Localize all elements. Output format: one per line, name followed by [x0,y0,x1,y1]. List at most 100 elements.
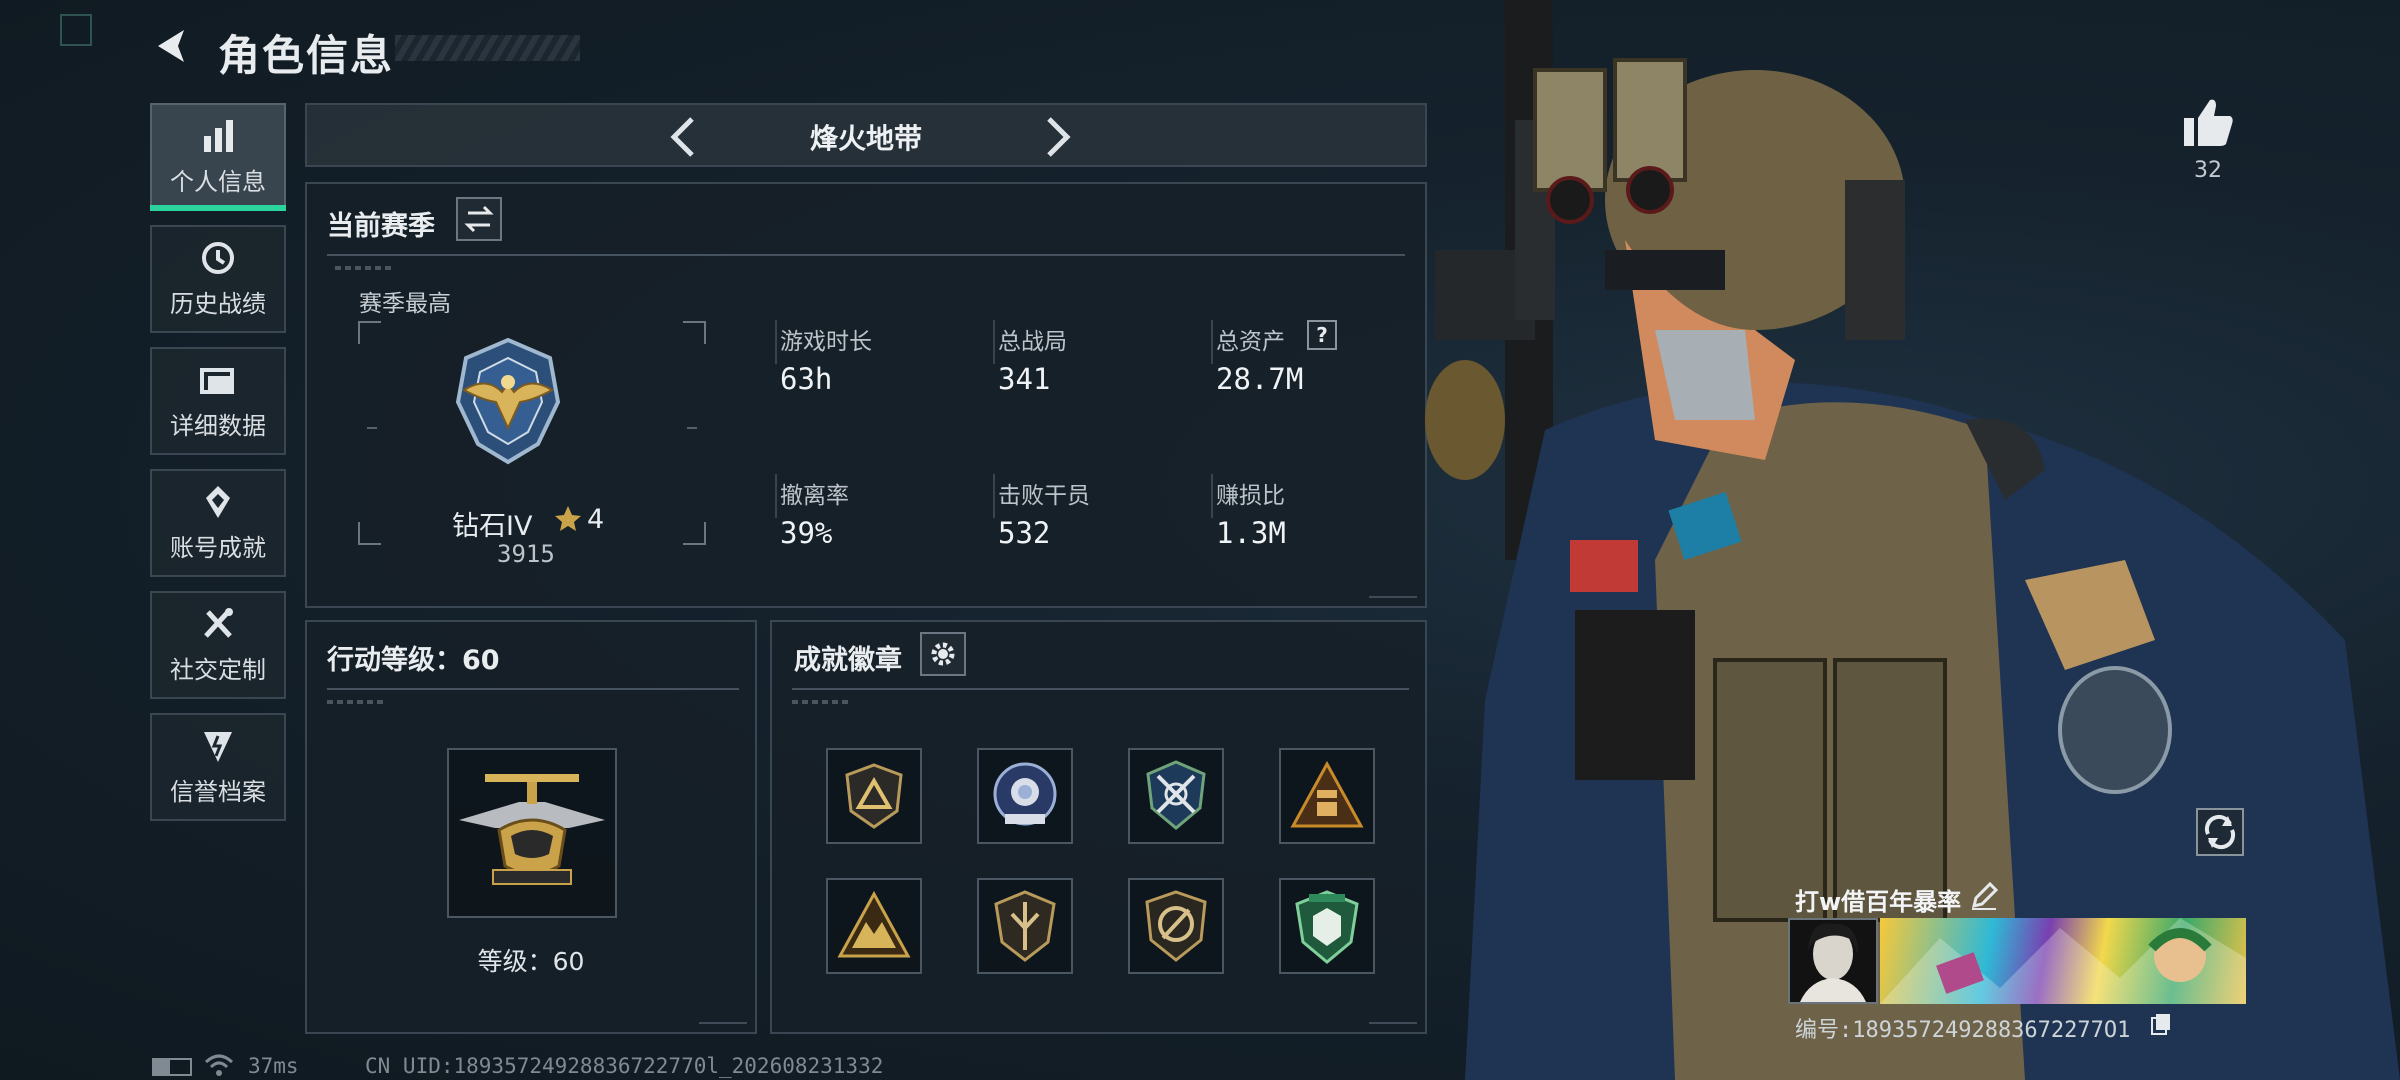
badge-settings-button[interactable] [920,632,966,676]
stat-value: 39% [780,516,833,550]
badge-slot[interactable] [826,748,922,844]
badge-slot[interactable] [1128,878,1224,974]
corner-decoration [699,1014,747,1024]
badge-slot[interactable] [977,748,1073,844]
stat-value: 1.3M [1216,516,1286,550]
corner-decoration [1369,1014,1417,1024]
mode-title: 烽火地带 [809,122,922,155]
title-decoration [395,35,580,61]
stat-label: 击败干员 [998,483,1090,509]
season-panel: 当前赛季 赛季最高 钻石IV 4 3915 游戏时长 63h 总战局 341 总… [305,182,1427,608]
divider [327,688,739,690]
divider [792,688,1409,690]
divider [775,320,777,364]
sidebar-item-credit[interactable]: 信誉档案 [150,713,286,821]
round-shield-badge-icon [1145,890,1207,962]
sidebar-item-detailed-data[interactable]: 详细数据 [150,347,286,455]
refresh-icon [2204,814,2236,850]
stat-value: 28.7M [1216,362,1304,396]
rotate-character-button[interactable] [2196,808,2244,856]
stat-label: 赚损比 [1216,483,1285,509]
back-arrow-icon[interactable] [150,24,194,68]
swap-icon [464,205,494,233]
sidebar-item-achievements[interactable]: 账号成就 [150,469,286,577]
divider [1211,474,1213,518]
helicopter-emblem-icon [459,774,605,885]
ammo-crate-badge-icon [1290,760,1364,828]
achievement-icon [206,485,230,518]
credit-icon [204,731,232,762]
wrench-icon [204,607,233,638]
rose-emblem-badge-icon [993,762,1057,826]
sidebar-item-label: 历史战绩 [170,289,266,318]
profile-banner[interactable] [1880,918,2246,1004]
green-crest-badge-icon [1295,890,1359,964]
decoration [792,700,852,704]
badge-slot[interactable] [977,878,1073,974]
crossed-rifles-badge-icon [1146,760,1206,830]
sidebar-item-label: 详细数据 [170,411,266,440]
divider [775,474,777,518]
stat-value: 532 [998,516,1051,550]
sidebar-item-personal-info[interactable]: 个人信息 [150,103,286,211]
corner-decoration [1369,588,1417,598]
help-icon[interactable]: ? [1307,320,1337,350]
stat-value: 63h [780,362,833,396]
action-level-panel: 行动等级：60 等级：60 [305,620,757,1034]
player-name: 打w借百年暴率 [1795,888,1962,916]
season-best-label: 赛季最高 [359,291,451,317]
sidebar-item-label: 账号成就 [170,533,266,562]
avatar-portrait [1790,920,1876,1002]
bar-chart-icon [204,119,233,152]
badge-slot[interactable] [1279,748,1375,844]
divider [327,254,1405,256]
rank-name: 钻石IV [452,511,533,542]
decoration [327,700,387,704]
badge-slot[interactable] [1279,878,1375,974]
next-arrow-icon[interactable] [1035,113,1079,161]
ping-text: 37ms [248,1054,299,1078]
copy-icon[interactable] [2150,1012,2172,1036]
edit-pen-icon[interactable] [1970,882,1998,910]
decoration [335,266,395,270]
swap-season-button[interactable] [456,197,502,241]
like-count: 32 [2194,158,2222,183]
mode-selector: 烽火地带 [305,103,1427,167]
badge-slot[interactable] [826,878,922,974]
sidebar-item-label: 信誉档案 [170,777,266,806]
level-text: 等级：60 [477,947,585,976]
action-level-title: 行动等级：60 [327,645,500,676]
wifi-icon [204,1054,234,1076]
stat-label: 总战局 [998,329,1067,355]
rank-stars: 4 [587,504,605,535]
star-icon [555,506,581,531]
corner-frame [60,14,92,46]
avatar[interactable] [1788,918,1878,1004]
sidebar-item-label: 个人信息 [170,167,266,196]
triangle-shield-badge-icon [845,763,903,829]
battery-icon [152,1058,192,1076]
banner-artwork [1880,918,2246,1004]
history-icon [202,241,234,274]
divider [1211,320,1213,364]
uid-text: CN UID:18935724928836722770l_20260823133… [365,1054,884,1078]
mountain-triangle-badge-icon [837,890,911,958]
divider [993,474,995,518]
gear-icon [931,642,955,666]
stat-label: 总资产 [1216,329,1285,355]
player-id: 编号:1893572492883672277O1 [1795,1018,2131,1043]
page-title: 角色信息 [218,31,395,80]
level-emblem-frame [447,748,617,918]
sidebar-item-history[interactable]: 历史战绩 [150,225,286,333]
badge-slot[interactable] [1128,748,1224,844]
divider [993,320,995,364]
folder-icon [200,367,234,394]
rank-score: 3915 [497,540,555,568]
achievement-badges-panel: 成就徽章 [770,620,1427,1034]
sidebar-item-label: 社交定制 [170,655,266,684]
arrow-shield-badge-icon [994,890,1056,962]
season-title: 当前赛季 [327,211,435,242]
sidebar-item-social[interactable]: 社交定制 [150,591,286,699]
thumbs-up-icon[interactable] [2180,96,2236,148]
badges-title: 成就徽章 [794,645,902,676]
